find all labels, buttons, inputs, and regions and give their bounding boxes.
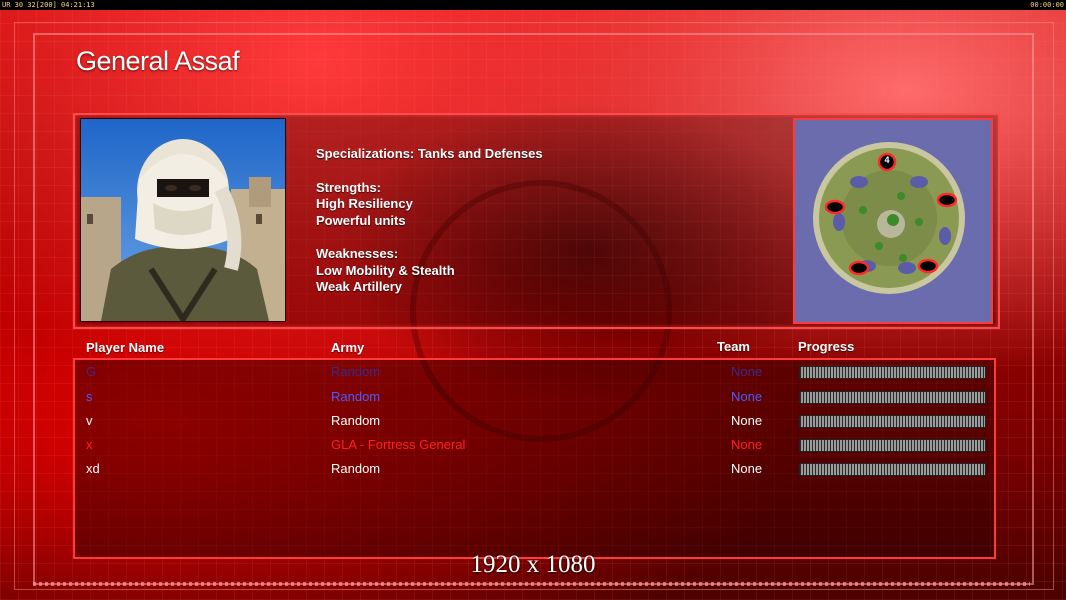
general-name: General Assaf [76,46,240,76]
player-team: None [731,437,763,452]
strengths-heading: Strengths: [316,179,381,195]
player-row: v Random None [0,413,1066,433]
player-row: x GLA - Fortress General None [0,437,1066,457]
debug-clock: 00:00:00 [1030,1,1064,9]
player-progress-bar [800,440,985,451]
player-team: None [731,413,763,428]
specializations-text: Specializations: Tanks and Defenses [316,146,543,161]
player-name: x [86,437,93,452]
header-progress: Progress [798,339,855,354]
weakness-item: Low Mobility & Stealth [316,262,455,278]
player-row: G Random None [0,364,1066,384]
map-preview: 4 [793,118,993,324]
general-portrait [80,118,286,322]
player-army: GLA - Fortress General [331,437,466,452]
header-army: Army [331,340,365,355]
player-army: Random [331,364,381,379]
debug-bar: UR 30 32[200] 04:21:13 00:00:00 [0,0,1066,10]
bottom-decoration [33,582,1030,586]
debug-stats: UR 30 32[200] 04:21:13 [2,1,95,9]
player-name: v [86,413,93,428]
player-army: Random [331,413,381,428]
player-row: xd Random None [0,461,1066,481]
weakness-item: Weak Artillery [316,279,402,294]
player-team: None [731,364,763,379]
player-progress-bar [800,464,985,475]
player-progress-bar [800,392,985,403]
player-name: s [86,389,93,404]
resolution-label: 1920 x 1080 [470,551,596,578]
player-name: G [86,364,97,379]
player-name: xd [86,461,100,476]
player-team: None [731,461,763,476]
player-army: Random [331,461,381,476]
header-player-name: Player Name [86,340,165,355]
general-description: Specializations: Tanks and Defenses Stre… [316,146,543,296]
player-progress-bar [800,416,985,427]
strength-item: Powerful units [316,212,406,228]
player-progress-bar [800,367,985,378]
player-row: s Random None [0,389,1066,409]
player-army: Random [331,389,381,404]
player-team: None [731,389,763,404]
map-slot-number: 4 [884,155,890,165]
weaknesses-heading: Weaknesses: [316,246,399,261]
header-team: Team [717,339,750,354]
strength-item: High Resiliency [316,196,413,211]
